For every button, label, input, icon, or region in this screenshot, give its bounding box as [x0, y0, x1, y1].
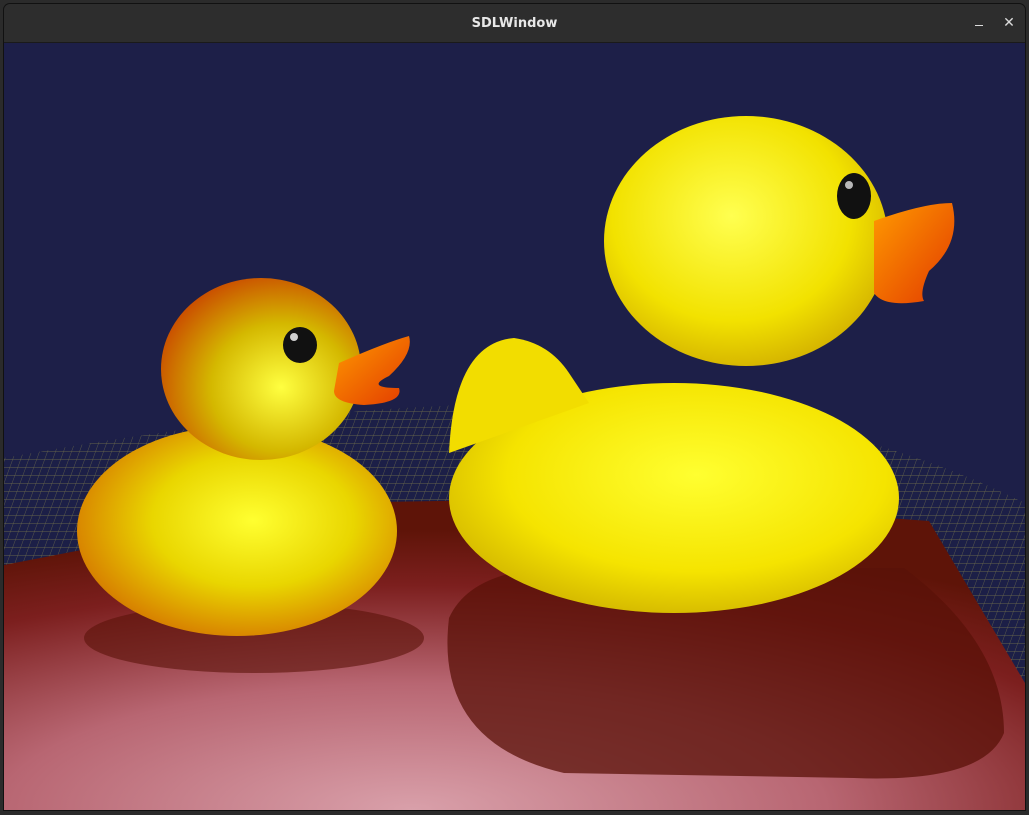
sdl-window: SDLWindow ✕: [4, 4, 1025, 810]
rendered-scene: [4, 43, 1025, 810]
small-duck-eye-shine: [290, 333, 298, 341]
minimize-button[interactable]: [969, 13, 989, 33]
small-duck-eye: [283, 327, 317, 363]
large-duck-eye: [837, 173, 871, 219]
small-duck-body: [77, 426, 397, 636]
minimize-icon: [975, 25, 983, 26]
close-icon: ✕: [1003, 15, 1015, 31]
render-viewport[interactable]: [4, 43, 1025, 810]
large-duck-head: [604, 116, 888, 366]
small-duck-head: [161, 278, 361, 460]
close-button[interactable]: ✕: [999, 13, 1019, 33]
window-title: SDLWindow: [471, 15, 558, 31]
title-bar[interactable]: SDLWindow ✕: [4, 4, 1025, 43]
large-duck-eye-shine: [845, 181, 853, 189]
